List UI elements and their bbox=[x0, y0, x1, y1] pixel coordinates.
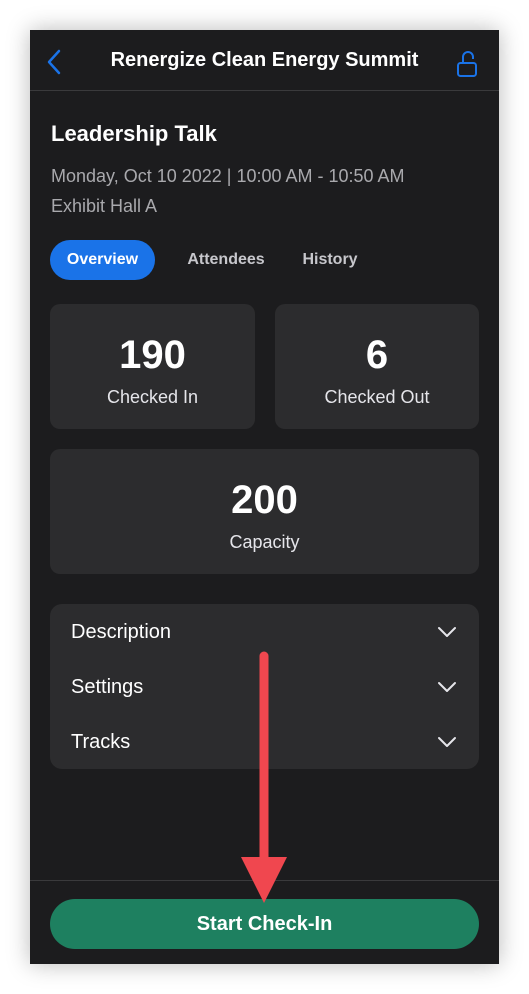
footer-bar: Start Check-In bbox=[30, 880, 499, 964]
chevron-down-icon bbox=[438, 682, 456, 692]
tab-history[interactable]: History bbox=[296, 240, 364, 280]
navigation-bar: Renergize Clean Energy Summit bbox=[30, 30, 499, 91]
checked-in-label: Checked In bbox=[106, 387, 199, 407]
capacity-card: 200 Capacity bbox=[50, 449, 479, 574]
unlocked-padlock-icon[interactable] bbox=[455, 50, 479, 78]
section-description[interactable]: Description bbox=[50, 604, 479, 659]
section-settings[interactable]: Settings bbox=[50, 659, 479, 714]
chevron-down-icon bbox=[438, 627, 456, 637]
checked-in-card: 190 Checked In bbox=[50, 304, 255, 429]
checked-out-count: 6 bbox=[365, 333, 389, 377]
capacity-count: 200 bbox=[231, 478, 298, 522]
capacity-label: Capacity bbox=[229, 532, 300, 552]
start-check-in-button[interactable]: Start Check-In bbox=[50, 899, 479, 949]
app-screen: Renergize Clean Energy Summit Leadership… bbox=[30, 30, 499, 964]
section-label: Description bbox=[71, 621, 172, 643]
page-title: Renergize Clean Energy Summit bbox=[110, 49, 419, 71]
checked-out-card: 6 Checked Out bbox=[275, 304, 479, 429]
session-title: Leadership Talk bbox=[51, 121, 217, 146]
checked-out-label: Checked Out bbox=[324, 387, 430, 407]
section-label: Settings bbox=[71, 676, 144, 698]
session-location: Exhibit Hall A bbox=[51, 196, 158, 216]
tab-overview[interactable]: Overview bbox=[50, 240, 155, 280]
details-accordion: Description Settings Tracks bbox=[50, 604, 479, 769]
checked-in-count: 190 bbox=[119, 333, 186, 377]
chevron-left-icon[interactable] bbox=[44, 48, 66, 76]
tab-attendees[interactable]: Attendees bbox=[168, 240, 284, 280]
session-datetime: Monday, Oct 10 2022 | 10:00 AM - 10:50 A… bbox=[51, 166, 405, 186]
chevron-down-icon bbox=[438, 737, 456, 747]
section-tracks[interactable]: Tracks bbox=[50, 714, 479, 769]
section-label: Tracks bbox=[71, 731, 131, 753]
